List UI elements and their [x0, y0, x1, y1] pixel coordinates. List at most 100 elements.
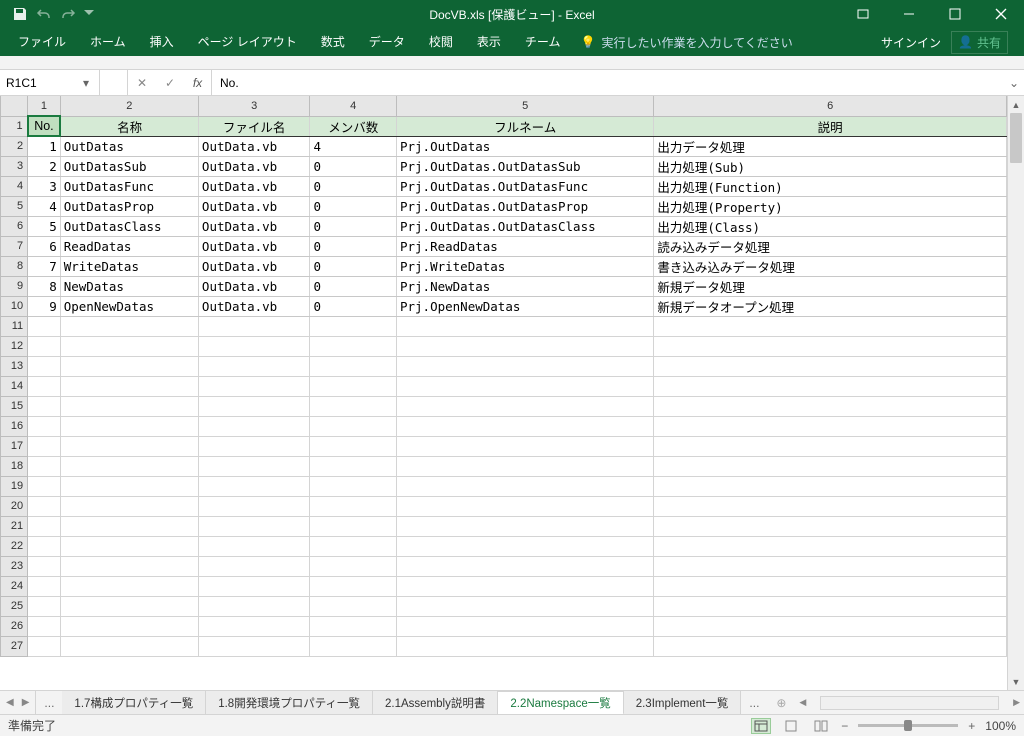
tab-review[interactable]: 校閲 — [417, 28, 465, 56]
cell[interactable]: 0 — [310, 256, 397, 276]
header-cell[interactable]: メンバ数 — [310, 116, 397, 136]
enter-formula-icon[interactable]: ✓ — [156, 70, 184, 95]
cell[interactable] — [198, 456, 310, 476]
row-header[interactable]: 25 — [1, 596, 28, 616]
cell[interactable]: 0 — [310, 296, 397, 316]
cell[interactable]: Prj.OutDatas — [396, 136, 653, 156]
cell[interactable] — [310, 436, 397, 456]
ribbon-display-icon[interactable] — [840, 0, 886, 28]
cell[interactable] — [60, 636, 198, 656]
cell[interactable]: NewDatas — [60, 276, 198, 296]
cell[interactable] — [198, 316, 310, 336]
cell[interactable] — [198, 416, 310, 436]
cell[interactable] — [654, 356, 1007, 376]
row-header[interactable]: 17 — [1, 436, 28, 456]
cell[interactable] — [654, 536, 1007, 556]
cell[interactable] — [654, 496, 1007, 516]
cell[interactable]: OutData.vb — [198, 176, 310, 196]
cell[interactable] — [310, 536, 397, 556]
cell[interactable] — [396, 336, 653, 356]
cell[interactable] — [198, 576, 310, 596]
cell[interactable]: 出力処理(Class) — [654, 216, 1007, 236]
cell[interactable]: 0 — [310, 176, 397, 196]
cell[interactable]: OutDatas — [60, 136, 198, 156]
row-header[interactable]: 2 — [1, 136, 28, 156]
cell[interactable] — [60, 316, 198, 336]
scroll-up-icon[interactable]: ▲ — [1008, 96, 1024, 113]
cell[interactable]: 4 — [310, 136, 397, 156]
cell[interactable] — [60, 616, 198, 636]
cell[interactable] — [60, 336, 198, 356]
add-sheet-icon[interactable]: ⊕ — [767, 691, 795, 714]
cell[interactable]: Prj.OpenNewDatas — [396, 296, 653, 316]
tell-me-search[interactable]: 💡 実行したい作業を入力してください — [580, 34, 792, 51]
cancel-formula-icon[interactable]: ✕ — [128, 70, 156, 95]
cell[interactable] — [310, 456, 397, 476]
zoom-level[interactable]: 100% — [985, 719, 1016, 733]
cell[interactable] — [198, 476, 310, 496]
cell[interactable]: 出力処理(Sub) — [654, 156, 1007, 176]
cell[interactable] — [396, 416, 653, 436]
cell[interactable] — [396, 616, 653, 636]
cell[interactable] — [28, 616, 61, 636]
cell[interactable] — [28, 516, 61, 536]
cell[interactable] — [198, 536, 310, 556]
header-cell[interactable]: フルネーム — [396, 116, 653, 136]
cell[interactable] — [28, 316, 61, 336]
cell[interactable] — [28, 536, 61, 556]
row-header[interactable]: 20 — [1, 496, 28, 516]
cell[interactable]: OutData.vb — [198, 216, 310, 236]
cell[interactable] — [654, 576, 1007, 596]
fx-icon[interactable]: fx — [184, 70, 212, 95]
row-header[interactable]: 4 — [1, 176, 28, 196]
cell[interactable] — [198, 596, 310, 616]
cell[interactable]: OutData.vb — [198, 136, 310, 156]
row-header[interactable]: 7 — [1, 236, 28, 256]
cell[interactable] — [654, 616, 1007, 636]
minimize-icon[interactable] — [886, 0, 932, 28]
cell[interactable]: OutDatasClass — [60, 216, 198, 236]
close-icon[interactable] — [978, 0, 1024, 28]
cell[interactable] — [28, 416, 61, 436]
signin-link[interactable]: サインイン — [881, 34, 941, 51]
cell[interactable]: OutData.vb — [198, 276, 310, 296]
cell[interactable] — [654, 556, 1007, 576]
formula-input[interactable]: No. — [212, 70, 1004, 95]
cell[interactable] — [198, 336, 310, 356]
cell[interactable] — [396, 556, 653, 576]
chevron-down-icon[interactable]: ▾ — [79, 76, 93, 90]
cell[interactable] — [28, 576, 61, 596]
cell[interactable] — [28, 556, 61, 576]
cell[interactable]: 3 — [28, 176, 61, 196]
cell[interactable] — [310, 556, 397, 576]
cell[interactable] — [310, 516, 397, 536]
expand-formula-bar-icon[interactable]: ⌄ — [1004, 70, 1024, 95]
cell[interactable] — [60, 476, 198, 496]
row-header[interactable]: 27 — [1, 636, 28, 656]
cell[interactable] — [654, 516, 1007, 536]
row-header[interactable]: 15 — [1, 396, 28, 416]
cell[interactable]: WriteDatas — [60, 256, 198, 276]
cell[interactable] — [396, 496, 653, 516]
cell[interactable] — [60, 496, 198, 516]
hscroll-left-icon[interactable]: ◀ — [799, 697, 806, 708]
cell[interactable]: 0 — [310, 156, 397, 176]
cell[interactable] — [654, 376, 1007, 396]
cell[interactable]: Prj.OutDatas.OutDatasProp — [396, 196, 653, 216]
cell[interactable] — [310, 636, 397, 656]
cell[interactable] — [396, 476, 653, 496]
header-cell[interactable]: ファイル名 — [198, 116, 310, 136]
cell[interactable] — [60, 576, 198, 596]
col-header[interactable]: 4 — [310, 96, 397, 116]
col-header[interactable]: 2 — [60, 96, 198, 116]
cell[interactable]: ReadDatas — [60, 236, 198, 256]
cell[interactable]: 0 — [310, 196, 397, 216]
cell[interactable] — [310, 316, 397, 336]
zoom-in-icon[interactable]: + — [968, 719, 975, 733]
cell[interactable]: 新規データ処理 — [654, 276, 1007, 296]
worksheet-grid[interactable]: 1234561No.名称ファイル名メンバ数フルネーム説明21OutDatasOu… — [0, 96, 1007, 690]
cell[interactable] — [28, 636, 61, 656]
tab-formulas[interactable]: 数式 — [309, 28, 357, 56]
cell[interactable] — [654, 476, 1007, 496]
cell[interactable]: 9 — [28, 296, 61, 316]
